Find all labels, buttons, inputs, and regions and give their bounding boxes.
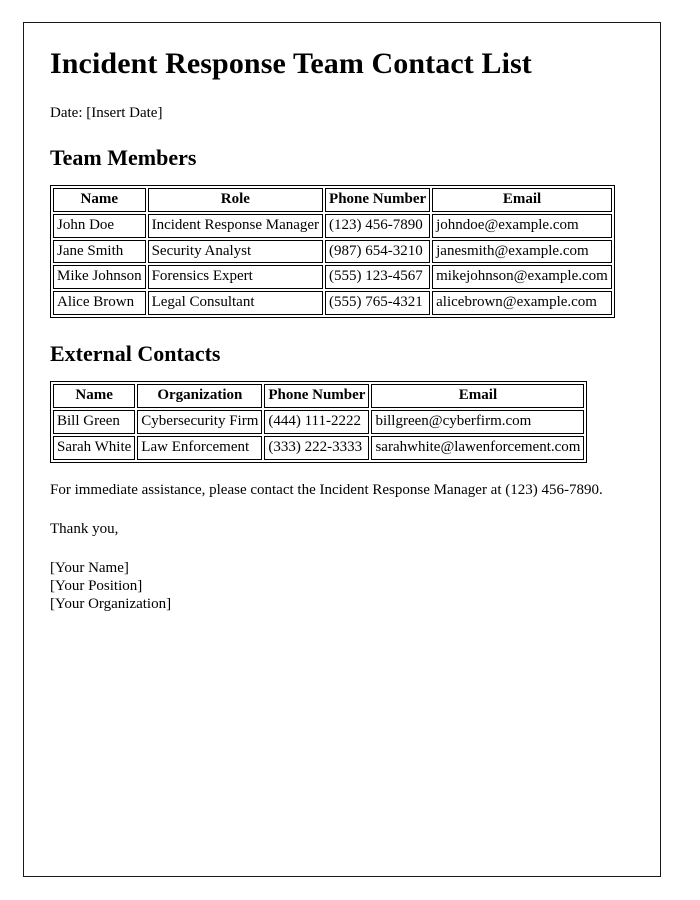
thank-you-line: Thank you, <box>50 520 119 537</box>
table-row: Bill Green Cybersecurity Firm (444) 111-… <box>53 410 585 435</box>
cell-name: Sarah White <box>53 436 136 460</box>
cell-name: Jane Smith <box>53 239 146 264</box>
team-members-table-body: John Doe Incident Response Manager (123)… <box>53 213 612 315</box>
cell-role: Legal Consultant <box>147 291 324 315</box>
cell-phone-number: (555) 765-4321 <box>325 291 431 315</box>
document-page-frame: Incident Response Team Contact List Date… <box>23 22 661 877</box>
cell-email: alicebrown@example.com <box>432 291 612 315</box>
cell-phone-number: (555) 123-4567 <box>325 265 431 290</box>
immediate-assistance-text: For immediate assistance, please contact… <box>50 481 603 498</box>
column-header-email: Email <box>432 188 612 212</box>
column-header-name: Name <box>53 384 136 409</box>
column-header-email: Email <box>371 384 585 409</box>
cell-phone-number: (333) 222-3333 <box>264 436 370 460</box>
cell-email: sarahwhite@lawenforcement.com <box>371 436 585 460</box>
team-members-table: Name Role Phone Number Email John Doe In… <box>50 185 615 318</box>
cell-email: janesmith@example.com <box>432 239 612 264</box>
table-header-row: Name Role Phone Number Email <box>53 188 612 212</box>
cell-phone-number: (987) 654-3210 <box>325 239 431 264</box>
cell-role: Incident Response Manager <box>147 213 324 238</box>
external-contacts-table: Name Organization Phone Number Email Bil… <box>50 381 588 463</box>
section-heading-team-members: Team Members <box>50 144 197 170</box>
signature-line-name: [Your Name] <box>50 559 129 576</box>
column-header-phone-number: Phone Number <box>325 188 431 212</box>
document-content: Incident Response Team Contact List Date… <box>50 45 642 614</box>
column-header-role: Role <box>147 188 324 212</box>
table-row: John Doe Incident Response Manager (123)… <box>53 213 612 238</box>
column-header-phone-number: Phone Number <box>264 384 370 409</box>
page-title: Incident Response Team Contact List <box>50 47 532 80</box>
table-header-row: Name Organization Phone Number Email <box>53 384 585 409</box>
cell-organization: Law Enforcement <box>137 436 263 460</box>
table-row: Mike Johnson Forensics Expert (555) 123-… <box>53 265 612 290</box>
cell-name: Alice Brown <box>53 291 146 315</box>
cell-email: mikejohnson@example.com <box>432 265 612 290</box>
table-row: Alice Brown Legal Consultant (555) 765-4… <box>53 291 612 315</box>
section-heading-external-contacts: External Contacts <box>50 340 221 366</box>
column-header-name: Name <box>53 188 146 212</box>
cell-email: johndoe@example.com <box>432 213 612 238</box>
cell-email: billgreen@cyberfirm.com <box>371 410 585 435</box>
cell-organization: Cybersecurity Firm <box>137 410 263 435</box>
table-row: Jane Smith Security Analyst (987) 654-32… <box>53 239 612 264</box>
external-contacts-table-head: Name Organization Phone Number Email <box>53 384 585 409</box>
cell-phone-number: (444) 111-2222 <box>264 410 370 435</box>
cell-phone-number: (123) 456-7890 <box>325 213 431 238</box>
cell-name: Mike Johnson <box>53 265 146 290</box>
signature-line-organization: [Your Organization] <box>50 596 172 613</box>
date-line: Date: [Insert Date] <box>50 104 163 121</box>
cell-role: Security Analyst <box>147 239 324 264</box>
signature-block: [Your Name] [Your Position] [Your Organi… <box>50 559 642 614</box>
column-header-organization: Organization <box>137 384 263 409</box>
signature-line-position: [Your Position] <box>50 578 143 595</box>
table-row: Sarah White Law Enforcement (333) 222-33… <box>53 436 585 460</box>
cell-name: Bill Green <box>53 410 136 435</box>
cell-name: John Doe <box>53 213 146 238</box>
cell-role: Forensics Expert <box>147 265 324 290</box>
team-members-table-head: Name Role Phone Number Email <box>53 188 612 212</box>
external-contacts-table-body: Bill Green Cybersecurity Firm (444) 111-… <box>53 410 585 460</box>
